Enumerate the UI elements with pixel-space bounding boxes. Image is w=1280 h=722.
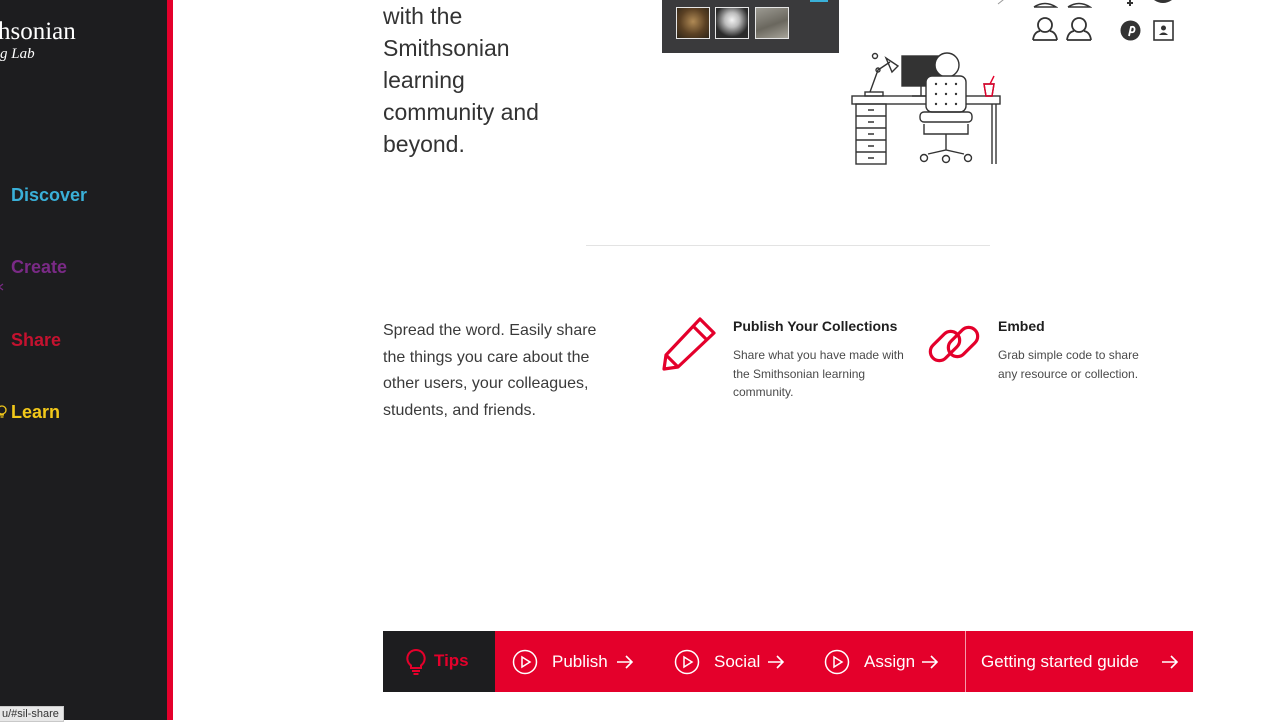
lightbulb-icon (0, 405, 7, 418)
feature-description: Grab simple code to share any resource o… (998, 348, 1139, 381)
publish-video-link[interactable]: Publish (512, 631, 637, 692)
tip-link-label: Publish (552, 652, 608, 671)
tip-link-label: Assign (864, 652, 916, 671)
arrow-right-icon (922, 655, 939, 669)
intro-line: community and (383, 99, 539, 125)
assign-video-link[interactable]: Assign (824, 631, 949, 692)
logo-subtitle[interactable]: g Lab (0, 46, 35, 63)
preview-highlight (810, 0, 828, 2)
social-video-link[interactable]: Social (674, 631, 794, 692)
user-icon (1067, 2, 1092, 8)
intro-line: beyond. (383, 131, 465, 157)
arrow-right-icon (768, 655, 785, 669)
arrow-right-icon (1162, 655, 1179, 669)
pencil-icon (662, 317, 716, 371)
tab-tips[interactable]: Tips (383, 631, 495, 692)
guide-link-label: Getting started guide (981, 652, 1139, 671)
intro-text: with the Smithsonian learning community … (383, 0, 603, 160)
nav-discover[interactable]: Discover (11, 185, 87, 206)
chevron-icon (0, 283, 4, 291)
thumbnail-image[interactable] (676, 7, 710, 39)
getting-started-guide-link[interactable]: Getting started guide (981, 631, 1186, 692)
desk-illustration (851, 52, 1001, 165)
divider (965, 631, 966, 692)
contact-card-icon[interactable] (1153, 20, 1174, 41)
feature-title: Embed (998, 318, 1045, 334)
nav-create[interactable]: Create (11, 257, 67, 278)
thumbnail-image[interactable] (755, 7, 789, 39)
user-group-icon (1066, 17, 1092, 41)
logo-title[interactable]: hsonian (0, 18, 76, 46)
link-icon (928, 325, 980, 363)
tips-bar: Tips Publish Social Assign Getting start… (383, 631, 1193, 692)
user-group-icon (1032, 17, 1058, 41)
lightbulb-icon (406, 648, 426, 675)
user-icon (1033, 2, 1058, 8)
intro-line: Smithsonian (383, 35, 510, 61)
intro-line: with the (383, 3, 463, 29)
thumbnail-image[interactable] (715, 7, 749, 39)
play-circle-icon (824, 649, 850, 675)
play-circle-icon (674, 649, 700, 675)
sidebar: hsonian g Lab Discover Create Share Lear… (0, 0, 167, 722)
play-circle-icon (512, 649, 538, 675)
arrow-right-icon (617, 655, 634, 669)
share-intro-text: Spread the word. Easily share the things… (383, 322, 597, 419)
twitter-icon[interactable] (1153, 0, 1173, 6)
nav-learn[interactable]: Learn (11, 402, 60, 423)
feature-title: Publish Your Collections (733, 318, 898, 334)
pinterest-icon[interactable] (1120, 20, 1141, 41)
intro-line: learning (383, 67, 465, 93)
tips-label: Tips (434, 651, 469, 670)
feature-description: Share what you have made with the Smiths… (733, 348, 904, 399)
sidebar-accent-stripe (167, 0, 173, 720)
nav-share[interactable]: Share (11, 330, 61, 351)
tip-link-label: Social (714, 652, 761, 671)
section-divider (586, 245, 990, 246)
facebook-icon[interactable] (1125, 0, 1135, 6)
arrow-right-icon (997, 0, 1004, 5)
